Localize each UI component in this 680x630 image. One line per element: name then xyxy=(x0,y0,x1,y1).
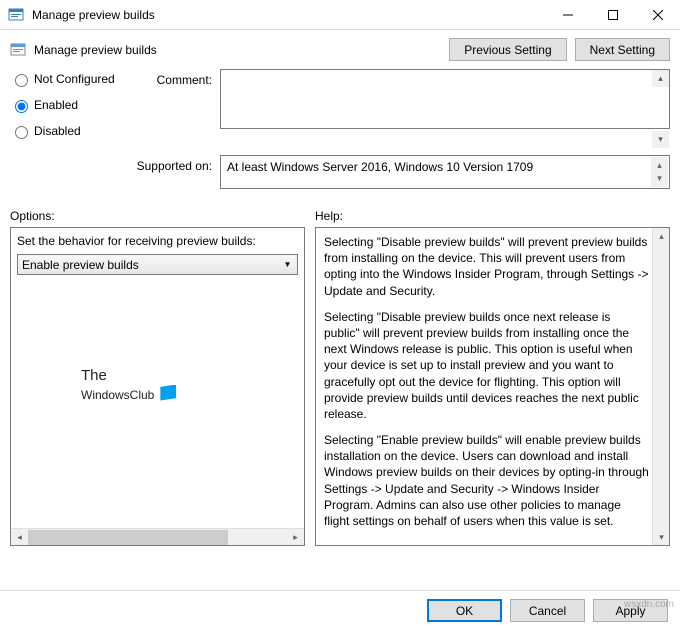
policy-icon xyxy=(10,42,26,58)
scroll-left-icon[interactable]: ◂ xyxy=(11,529,28,546)
scroll-down-icon[interactable]: ▾ xyxy=(653,528,670,545)
state-radio-group: Not Configured Enabled Disabled xyxy=(10,69,130,149)
policy-title: Manage preview builds xyxy=(34,43,449,57)
radio-enabled[interactable]: Enabled xyxy=(10,97,130,113)
ok-button[interactable]: OK xyxy=(427,599,502,622)
policy-header: Manage preview builds Previous Setting N… xyxy=(0,30,680,65)
supported-on-box: At least Windows Server 2016, Windows 10… xyxy=(220,155,670,189)
radio-enabled-input[interactable] xyxy=(15,100,28,113)
radio-not-configured-input[interactable] xyxy=(15,74,28,87)
behavior-label: Set the behavior for receiving preview b… xyxy=(17,234,298,248)
scroll-down-icon[interactable]: ▾ xyxy=(652,131,669,148)
radio-not-configured-label: Not Configured xyxy=(34,72,115,86)
scroll-up-icon[interactable]: ▴ xyxy=(653,228,670,245)
comment-label: Comment: xyxy=(130,69,220,149)
minimize-button[interactable] xyxy=(545,0,590,29)
next-setting-button[interactable]: Next Setting xyxy=(575,38,670,61)
windows-logo-icon xyxy=(160,385,176,401)
watermark-line2: WindowsClub xyxy=(81,388,154,402)
help-panel: Selecting "Disable preview builds" will … xyxy=(315,227,670,546)
options-label: Options: xyxy=(10,205,305,227)
chevron-down-icon: ▼ xyxy=(280,257,295,272)
source-watermark: wsxdn.com xyxy=(624,599,674,610)
watermark-logo: The WindowsClub xyxy=(81,368,176,402)
help-label: Help: xyxy=(315,205,670,227)
cancel-button[interactable]: Cancel xyxy=(510,599,585,622)
radio-disabled-label: Disabled xyxy=(34,124,81,138)
window-titlebar: Manage preview builds xyxy=(0,0,680,30)
scroll-thumb[interactable] xyxy=(28,530,228,545)
window-title: Manage preview builds xyxy=(32,8,545,22)
radio-not-configured[interactable]: Not Configured xyxy=(10,71,130,87)
behavior-dropdown-value: Enable preview builds xyxy=(22,258,139,272)
supported-label: Supported on: xyxy=(130,155,220,189)
lower-section: Options: Set the behavior for receiving … xyxy=(0,205,680,546)
supported-on-value: At least Windows Server 2016, Windows 10… xyxy=(227,160,533,174)
radio-enabled-label: Enabled xyxy=(34,98,78,112)
scroll-up-icon[interactable]: ▴ xyxy=(652,70,669,87)
help-v-scrollbar[interactable]: ▴ ▾ xyxy=(652,228,669,545)
options-panel: Set the behavior for receiving preview b… xyxy=(10,227,305,546)
close-button[interactable] xyxy=(635,0,680,29)
watermark-line1: The xyxy=(81,368,176,385)
behavior-dropdown[interactable]: Enable preview builds ▼ xyxy=(17,254,298,275)
scroll-right-icon[interactable]: ▸ xyxy=(287,529,304,546)
radio-disabled[interactable]: Disabled xyxy=(10,123,130,139)
previous-setting-button[interactable]: Previous Setting xyxy=(449,38,566,61)
radio-disabled-input[interactable] xyxy=(15,126,28,139)
help-paragraph-3: Selecting "Enable preview builds" will e… xyxy=(324,432,649,529)
options-h-scrollbar[interactable]: ◂ ▸ xyxy=(11,528,304,545)
comment-textarea[interactable] xyxy=(220,69,670,129)
maximize-button[interactable] xyxy=(590,0,635,29)
scroll-down-icon[interactable]: ▾ xyxy=(651,170,668,187)
help-paragraph-2: Selecting "Disable preview builds once n… xyxy=(324,309,649,422)
config-section: Not Configured Enabled Disabled Comment:… xyxy=(0,65,680,199)
dialog-footer: OK Cancel Apply xyxy=(0,590,680,630)
app-icon xyxy=(8,7,24,23)
help-paragraph-1: Selecting "Disable preview builds" will … xyxy=(324,234,649,299)
